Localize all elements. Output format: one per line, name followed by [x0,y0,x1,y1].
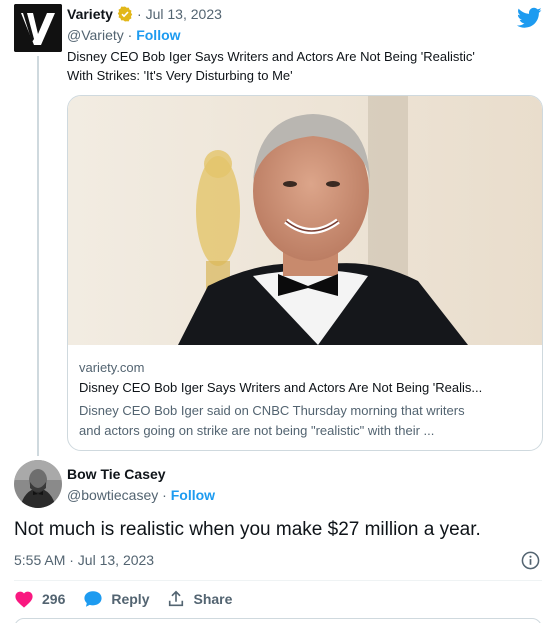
card-description: Disney CEO Bob Iger said on CNBC Thursda… [79,401,534,441]
share-icon [169,590,184,607]
reply-bubble-icon [84,591,102,607]
reply-handle-row: @bowtiecasey · Follow [67,487,215,503]
tweet-text-line: Disney CEO Bob Iger Says Writers and Act… [67,49,475,64]
share-button[interactable]: Share [167,590,232,608]
like-button[interactable]: 296 [14,590,65,608]
reply-button[interactable]: Reply [83,590,149,608]
card-domain: variety.com [79,360,145,375]
reply-follow-button[interactable]: Follow [171,487,215,503]
tweet-date[interactable]: Jul 13, 2023 [146,6,222,22]
card-title[interactable]: Disney CEO Bob Iger Says Writers and Act… [79,380,534,395]
bowtiecasey-avatar[interactable] [14,460,62,508]
author-handle[interactable]: @Variety [67,27,124,43]
separator: · [127,27,133,43]
heart-icon [15,591,33,608]
like-count: 296 [42,591,66,607]
avatar-photo [14,460,62,508]
card-description-line: and actors going on strike are not being… [79,423,435,438]
reply-timestamp[interactable]: 5:55 AM · Jul 13, 2023 [14,552,154,568]
reply-label: Reply [111,591,150,607]
reply-text: Not much is realistic when you make $27 … [14,519,481,540]
thread-connector-line [37,56,39,456]
divider [14,580,542,581]
separator: · [136,6,142,22]
twitter-bird-icon[interactable] [517,7,542,29]
tweet-text: Disney CEO Bob Iger Says Writers and Act… [67,47,537,85]
article-photo[interactable] [68,96,543,345]
handle-row: @Variety · Follow [67,27,181,43]
card-description-line: Disney CEO Bob Iger said on CNBC Thursda… [79,403,465,418]
next-card-edge [14,618,542,623]
info-icon[interactable] [521,551,540,570]
reply-author-name[interactable]: Bow Tie Casey [67,466,166,482]
share-label: Share [193,591,233,607]
tweet-text-line: With Strikes: 'It's Very Disturbing to M… [67,68,293,83]
link-preview-card[interactable]: variety.com Disney CEO Bob Iger Says Wri… [67,95,543,451]
separator: · [162,487,167,503]
verified-badge-icon [117,6,133,22]
variety-logo [14,4,62,52]
reply-author-handle[interactable]: @bowtiecasey [67,487,158,503]
action-bar: 296 Reply Share [14,590,250,608]
follow-button[interactable]: Follow [136,27,180,43]
author-name[interactable]: Variety [67,6,113,22]
tweet-header: Variety · Jul 13, 2023 [67,6,222,22]
variety-avatar[interactable] [14,4,62,52]
